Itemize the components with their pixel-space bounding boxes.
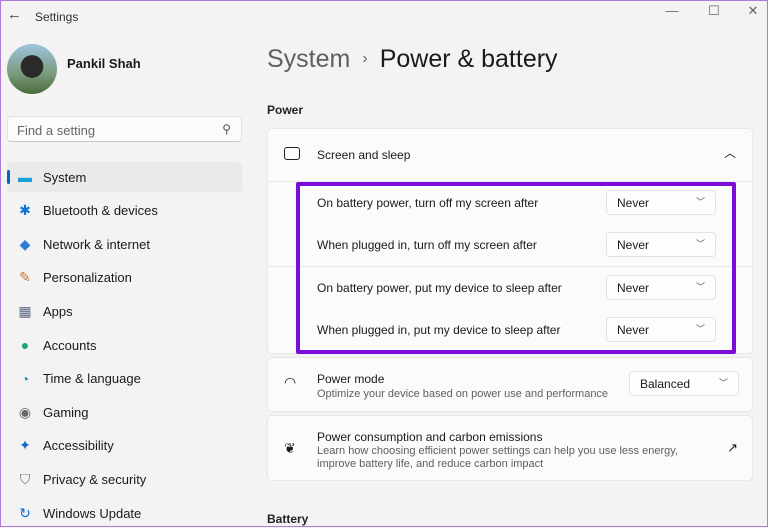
screen-sleep-icon [284, 147, 300, 160]
chevron-up-icon[interactable]: ︿ [724, 144, 736, 161]
carbon-card[interactable]: ❦ Power consumption and carbon emissions… [267, 415, 753, 481]
sidebar-item-apps[interactable]: ▦ Apps [7, 296, 242, 326]
power-mode-icon: ◠ [284, 374, 297, 390]
back-button[interactable]: ← [7, 6, 22, 23]
user-name: Pankil Shah [67, 56, 141, 71]
breadcrumb: System › Power & battery [267, 45, 558, 74]
power-mode-card: ◠ Power mode Optimize your device based … [267, 357, 753, 412]
leaf-icon: ❦ [284, 440, 296, 456]
selected-indicator [7, 170, 10, 184]
power-mode-value: Balanced [640, 377, 691, 391]
sidebar-icon: ◔ [20, 370, 30, 387]
sidebar-item-label: Apps [43, 303, 73, 319]
close-button[interactable]: ✕ [738, 3, 768, 19]
breadcrumb-separator: › [362, 50, 368, 67]
search-icon: ⚲ [222, 122, 231, 136]
sidebar-item-label: Gaming [43, 404, 89, 420]
maximize-button[interactable]: ☐ [699, 3, 729, 19]
sidebar-item-accounts[interactable]: ● Accounts [7, 330, 242, 360]
sidebar-icon: ✱ [19, 202, 31, 219]
sidebar-icon: ✎ [19, 269, 31, 286]
section-power: Power [267, 103, 304, 117]
sidebar-item-label: Accounts [43, 337, 97, 353]
screen-sleep-header[interactable]: Screen and sleep ︿ [268, 129, 752, 182]
section-battery: Battery [267, 512, 309, 526]
highlight-box [296, 182, 736, 354]
sidebar-icon: ⛉ [19, 470, 31, 487]
power-mode-label: Power mode [317, 372, 385, 386]
sidebar-item-label: System [43, 169, 87, 185]
page-title: Power & battery [379, 45, 558, 73]
sidebar-item-label: Bluetooth & devices [43, 203, 158, 219]
carbon-label: Power consumption and carbon emissions [317, 430, 543, 444]
sidebar-item-personalization[interactable]: ✎ Personalization [7, 263, 242, 293]
carbon-description: Learn how choosing efficient power setti… [317, 445, 678, 470]
sidebar-icon: ▬ [18, 169, 32, 185]
power-mode-dropdown[interactable]: Balanced ﹀ [629, 371, 739, 396]
sidebar-item-label: Accessibility [43, 438, 114, 454]
sidebar-icon: ◉ [18, 403, 32, 420]
minimize-button[interactable]: — [657, 3, 687, 18]
sidebar-item-privacy-security[interactable]: ⛉ Privacy & security [7, 464, 242, 494]
sidebar-item-gaming[interactable]: ◉ Gaming [7, 397, 242, 427]
sidebar-icon: ▦ [18, 302, 32, 319]
breadcrumb-system[interactable]: System [267, 45, 350, 73]
screen-sleep-label: Screen and sleep [317, 148, 411, 162]
power-mode-description: Optimize your device based on power use … [317, 388, 609, 400]
sidebar-item-label: Windows Update [43, 505, 142, 521]
sidebar-item-system[interactable]: ▬ System [7, 162, 242, 192]
sidebar-item-label: Time & language [43, 371, 141, 387]
sidebar-item-accessibility[interactable]: ✦ Accessibility [7, 431, 242, 461]
sidebar-item-bluetooth-devices[interactable]: ✱ Bluetooth & devices [7, 196, 242, 226]
chevron-down-icon: ﹀ [718, 378, 728, 388]
sidebar-item-windows-update[interactable]: ↻ Windows Update [7, 498, 242, 528]
sidebar-icon: ↻ [19, 504, 31, 521]
sidebar-item-label: Privacy & security [43, 471, 147, 487]
sidebar-icon: ● [20, 337, 30, 353]
external-link-icon[interactable]: ↗ [727, 440, 738, 456]
sidebar-icon: ◆ [19, 235, 31, 252]
search-placeholder: Find a setting [17, 123, 96, 138]
sidebar-item-network-internet[interactable]: ◆ Network & internet [7, 229, 242, 259]
window-title: Settings [35, 10, 79, 24]
sidebar-icon: ✦ [19, 437, 31, 454]
search-input[interactable]: Find a setting ⚲ [7, 116, 242, 142]
avatar[interactable] [7, 44, 57, 94]
sidebar-item-label: Personalization [43, 270, 132, 286]
sidebar-item-time-language[interactable]: ◔ Time & language [7, 364, 242, 394]
sidebar-item-label: Network & internet [43, 236, 150, 252]
